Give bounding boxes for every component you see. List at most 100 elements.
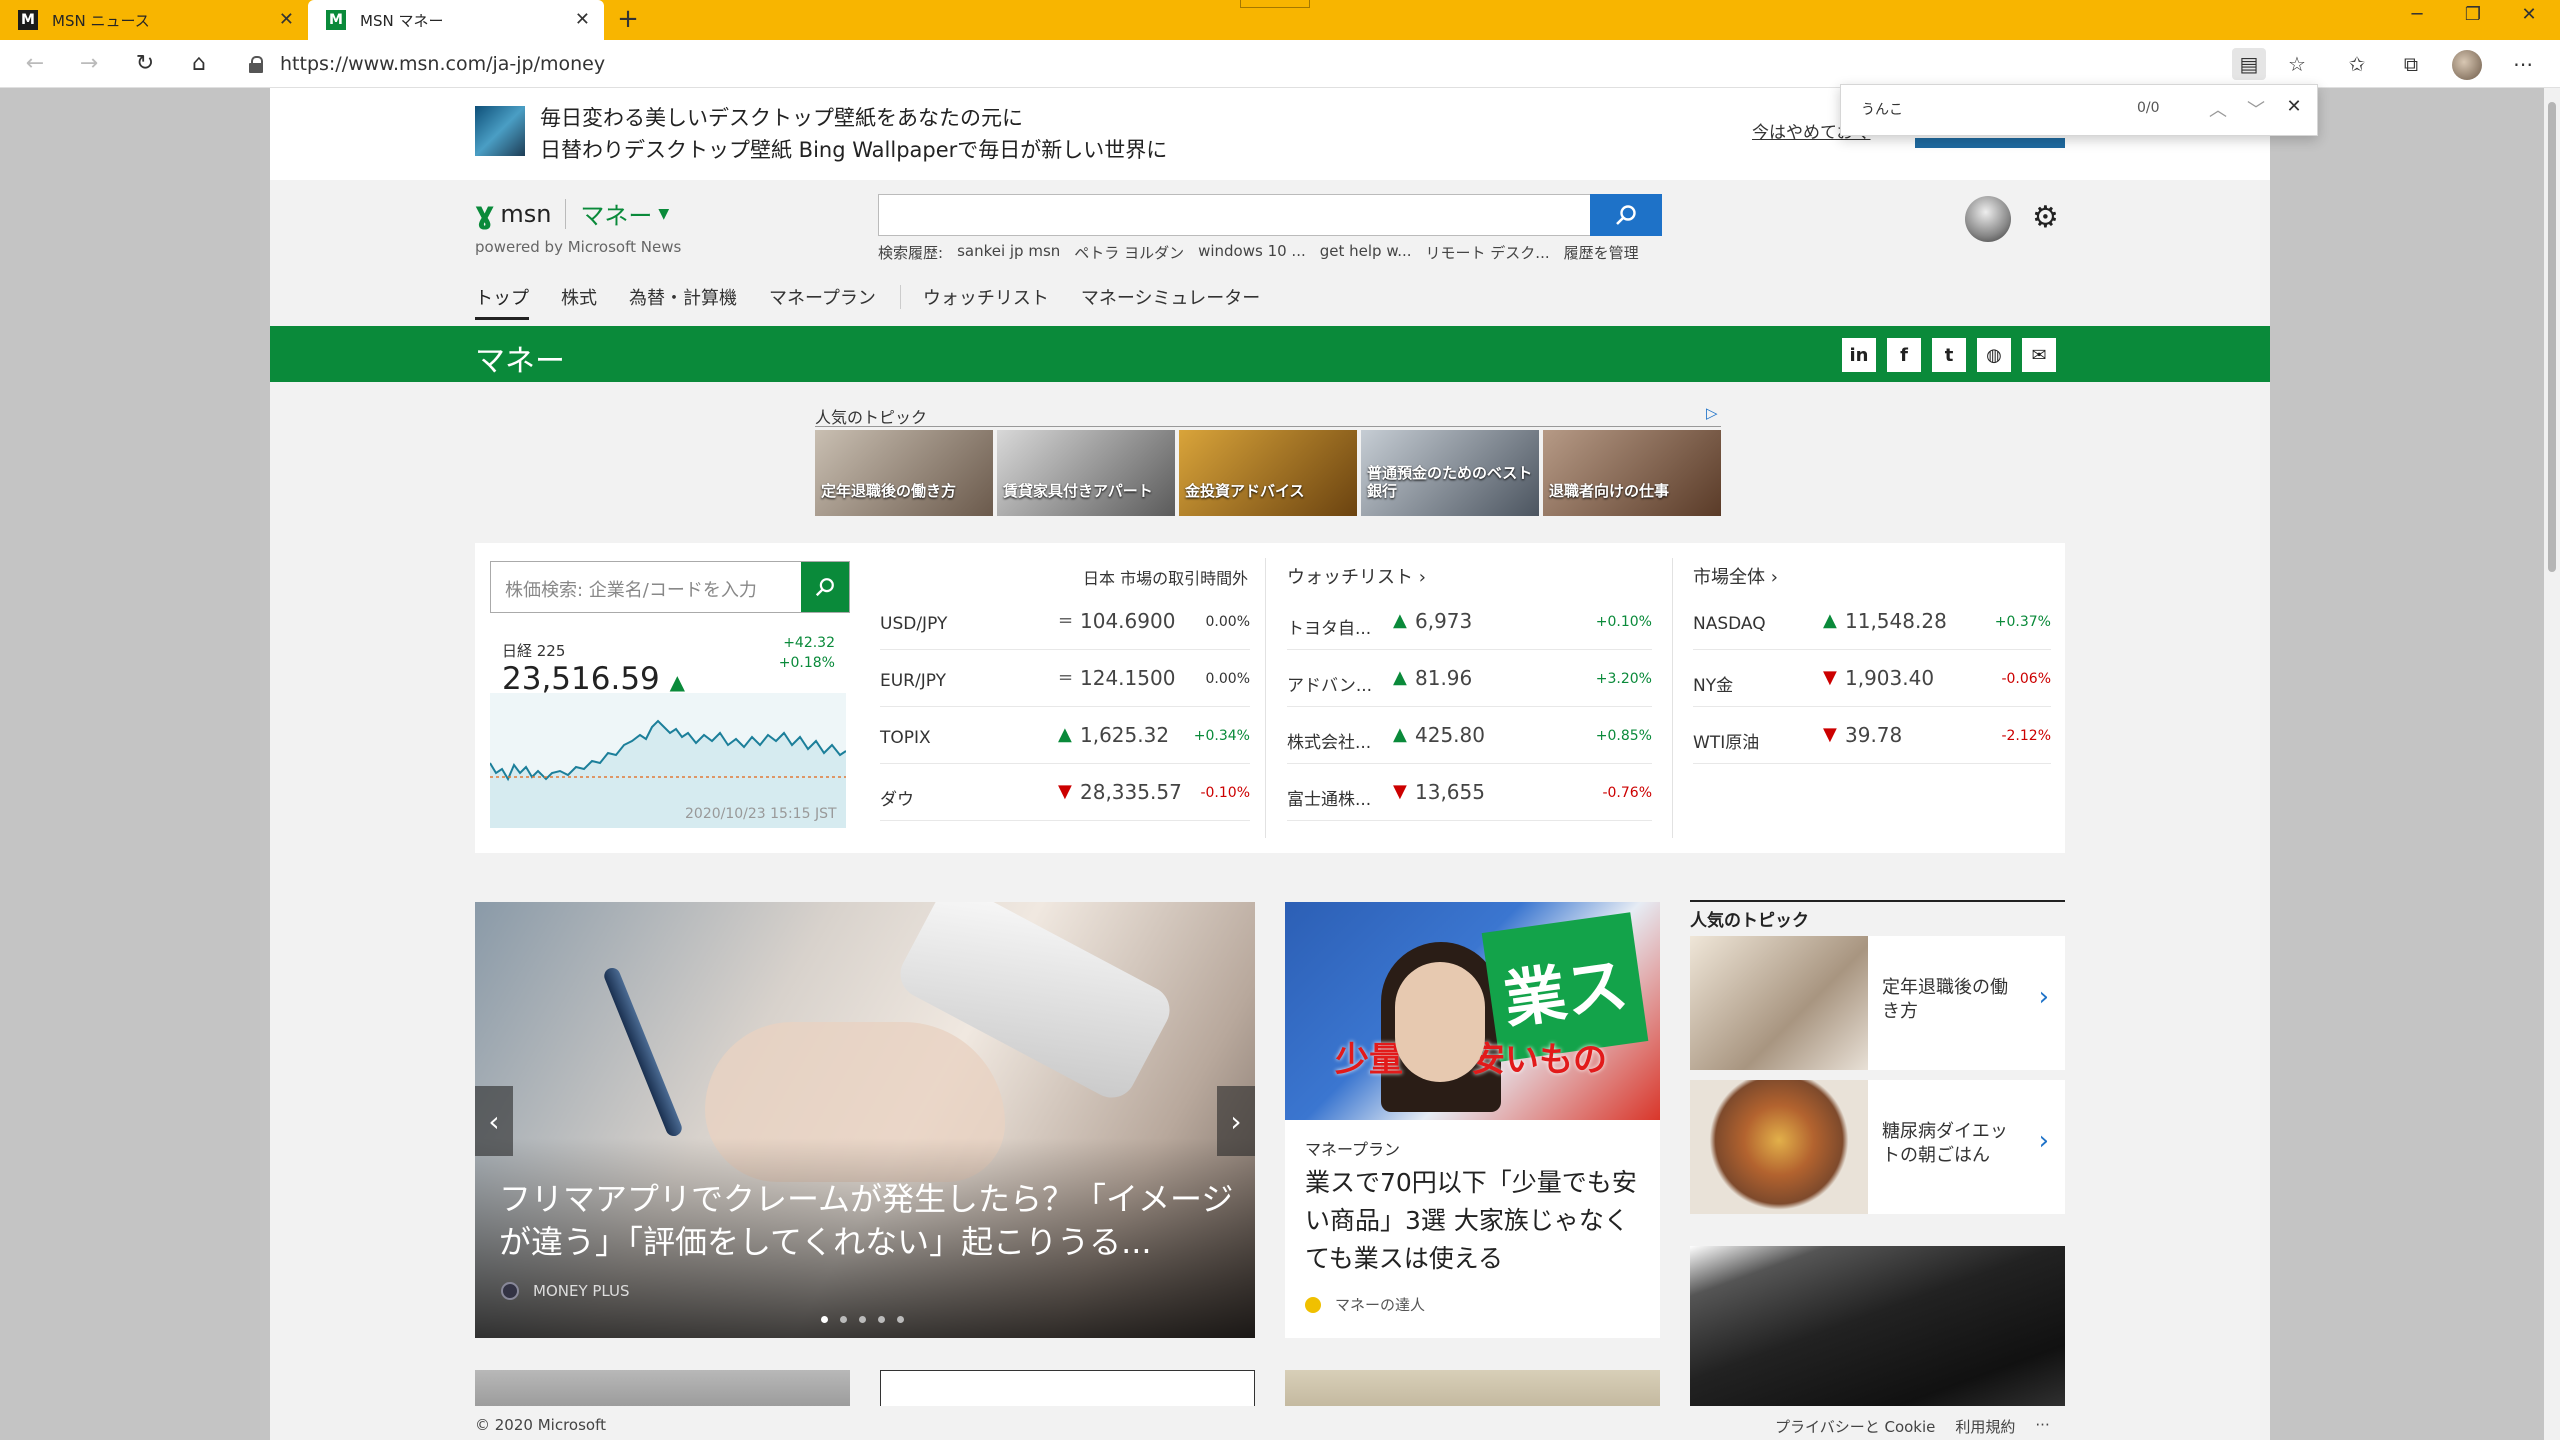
nikkei-name[interactable]: 日経 225: [502, 640, 565, 661]
article-card[interactable]: 業ス 少量でも安いもの マネープラン 業スで70円以下「少量でも安い商品」3選 …: [1285, 902, 1660, 1338]
maximize-button[interactable]: ❐: [2448, 4, 2498, 25]
lock-icon[interactable]: [248, 56, 264, 73]
minimize-button[interactable]: ─: [2392, 4, 2442, 25]
hero-title[interactable]: フリマアプリでクレームが発生したら？「イメージが違う」「評価をしてくれない」起こ…: [499, 1178, 1239, 1264]
ad-tile[interactable]: 定年退職後の働き方: [815, 430, 993, 516]
carousel-dot[interactable]: [859, 1316, 866, 1323]
carousel-dot[interactable]: [840, 1316, 847, 1323]
nav-stocks[interactable]: 株式: [561, 284, 597, 310]
ad-tile[interactable]: 金投資アドバイス: [1179, 430, 1357, 516]
gear-icon[interactable]: ⚙: [2032, 200, 2059, 235]
up-arrow-icon: ▲: [1823, 610, 1837, 631]
section-dropdown[interactable]: マネー: [580, 196, 652, 231]
nav-watchlist[interactable]: ウォッチリスト: [923, 284, 1049, 310]
logo-text: msn: [500, 199, 552, 228]
hero-carousel[interactable]: フリマアプリでクレームが発生したら？「イメージが違う」「評価をしてくれない」起こ…: [475, 902, 1255, 1338]
line-icon[interactable]: ◍: [1977, 338, 2011, 372]
facebook-icon[interactable]: f: [1887, 338, 1921, 372]
market-row[interactable]: 株式会社... ▲ 425.80 +0.85%: [1287, 707, 1652, 764]
carousel-prev-button[interactable]: ‹: [475, 1086, 513, 1156]
twitter-icon[interactable]: t: [1932, 338, 1966, 372]
new-tab-button[interactable]: +: [612, 4, 644, 34]
back-button[interactable]: ←: [18, 48, 52, 80]
carousel-dot[interactable]: [821, 1316, 828, 1323]
watchlist-link[interactable]: ウォッチリスト ›: [1287, 563, 1426, 589]
mail-icon[interactable]: ✉: [2022, 338, 2056, 372]
market-row[interactable]: NY金 ▼ 1,903.40 -0.06%: [1693, 650, 2051, 707]
market-overall-link[interactable]: 市場全体 ›: [1693, 563, 1778, 589]
market-row[interactable]: アドバン... ▲ 81.96 +3.20%: [1287, 650, 1652, 707]
profile-avatar[interactable]: [2452, 50, 2482, 80]
market-pct: -0.06%: [2001, 671, 2051, 687]
search-input[interactable]: [878, 194, 1662, 236]
vertical-scrollbar[interactable]: [2544, 88, 2560, 1440]
url-field[interactable]: https://www.msn.com/ja-jp/money: [248, 48, 2218, 80]
source-name: MONEY PLUS: [533, 1282, 630, 1300]
popular-topics-title: 人気のトピック: [1690, 900, 2065, 931]
forward-button[interactable]: →: [72, 48, 106, 80]
user-avatar[interactable]: [1965, 196, 2011, 242]
market-row[interactable]: TOPIX ▲ 1,625.32 +0.34%: [880, 707, 1250, 764]
nav-fx-calculator[interactable]: 為替・計算機: [629, 284, 737, 310]
market-row[interactable]: WTI原油 ▼ 39.78 -2.12%: [1693, 707, 2051, 764]
find-input[interactable]: うんこ: [1861, 99, 1903, 119]
search-button[interactable]: [1590, 194, 1662, 236]
ad-tile[interactable]: 普通預金のためのベスト銀行: [1361, 430, 1539, 516]
ad-tile[interactable]: 賃貸家具付きアパート: [997, 430, 1175, 516]
adchoices-icon[interactable]: ▷: [1706, 404, 1718, 422]
carousel-next-button[interactable]: ›: [1217, 1086, 1255, 1156]
history-item[interactable]: sankei jp msn: [957, 242, 1060, 263]
try-button[interactable]: [1915, 138, 2065, 148]
manage-history-link[interactable]: 履歴を管理: [1564, 242, 1639, 263]
banner-line2[interactable]: 日替わりデスクトップ壁紙 Bing Wallpaperで毎日が新しい世界に: [540, 134, 1167, 164]
market-row[interactable]: NASDAQ ▲ 11,548.28 +0.37%: [1693, 593, 2051, 650]
window-drag-grip[interactable]: [1240, 0, 1310, 8]
stock-search-button[interactable]: [801, 562, 849, 612]
nav-money-simulator[interactable]: マネーシミュレーター: [1081, 284, 1260, 310]
home-button[interactable]: ⌂: [182, 48, 216, 80]
wallpaper-thumbnail[interactable]: [475, 106, 525, 156]
topic-item[interactable]: 糖尿病ダイエットの朝ごはん ›: [1690, 1080, 2065, 1214]
history-item[interactable]: リモート デスク...: [1426, 242, 1550, 263]
history-item[interactable]: ペトラ ヨルダン: [1074, 242, 1184, 263]
nav-top[interactable]: トップ: [475, 284, 529, 320]
terms-link[interactable]: 利用規約: [1955, 1416, 2015, 1437]
market-row[interactable]: 富士通株... ▼ 13,655 -0.76%: [1287, 764, 1652, 821]
market-row[interactable]: ダウ ▼ 28,335.57 -0.10%: [880, 764, 1250, 821]
market-row[interactable]: EUR/JPY = 124.1500 0.00%: [880, 650, 1250, 707]
msn-logo[interactable]: ɣ msn マネー ▼: [475, 196, 669, 231]
article-title[interactable]: 業スで70円以下「少量でも安い商品」3選 大家族じゃなくても業スは使える: [1305, 1164, 1645, 1278]
chevron-down-icon[interactable]: ▼: [658, 206, 669, 222]
tab-msn-news[interactable]: M MSN ニュース ✕: [0, 0, 308, 40]
refresh-button[interactable]: ↻: [128, 48, 162, 80]
close-find-icon[interactable]: ✕: [2281, 96, 2307, 117]
collections-icon[interactable]: ⧉: [2394, 48, 2428, 80]
market-row[interactable]: トヨタ自... ▲ 6,973 +0.10%: [1287, 593, 1652, 650]
privacy-link[interactable]: プライバシーと Cookie: [1775, 1416, 1935, 1437]
carousel-dot[interactable]: [897, 1316, 904, 1323]
favorite-star-icon[interactable]: ☆: [2280, 48, 2314, 80]
ad-tile[interactable]: 退職者向けの仕事: [1543, 430, 1721, 516]
banner-line1[interactable]: 毎日変わる美しいデスクトップ壁紙をあなたの元に: [540, 102, 1023, 132]
close-tab-icon[interactable]: ✕: [575, 9, 590, 30]
history-item[interactable]: get help w...: [1320, 242, 1412, 263]
topic-item[interactable]: 定年退職後の働き方 ›: [1690, 936, 2065, 1070]
hero-source[interactable]: MONEY PLUS: [501, 1282, 630, 1300]
favorites-icon[interactable]: ✩: [2340, 48, 2374, 80]
find-previous-icon[interactable]: ︿: [2205, 96, 2231, 122]
settings-more-icon[interactable]: ⋯: [2506, 48, 2540, 80]
close-tab-icon[interactable]: ✕: [279, 9, 294, 30]
close-window-button[interactable]: ✕: [2504, 4, 2554, 25]
reading-view-icon[interactable]: ▤: [2232, 48, 2266, 80]
carousel-dot[interactable]: [878, 1316, 885, 1323]
more-icon[interactable]: ···: [2035, 1416, 2049, 1437]
linkedin-icon[interactable]: in: [1842, 338, 1876, 372]
stock-search-input[interactable]: 株価検索: 企業名/コードを入力: [490, 561, 850, 613]
history-item[interactable]: windows 10 ...: [1198, 242, 1306, 263]
tab-msn-money[interactable]: M MSN マネー ✕: [308, 0, 604, 40]
nikkei-value[interactable]: 23,516.59 ▲: [502, 661, 685, 697]
find-next-icon[interactable]: ﹀: [2243, 96, 2269, 122]
nav-money-plan[interactable]: マネープラン: [769, 284, 876, 310]
scrollbar-thumb[interactable]: [2548, 102, 2556, 572]
market-row[interactable]: USD/JPY = 104.6900 0.00%: [880, 593, 1250, 650]
